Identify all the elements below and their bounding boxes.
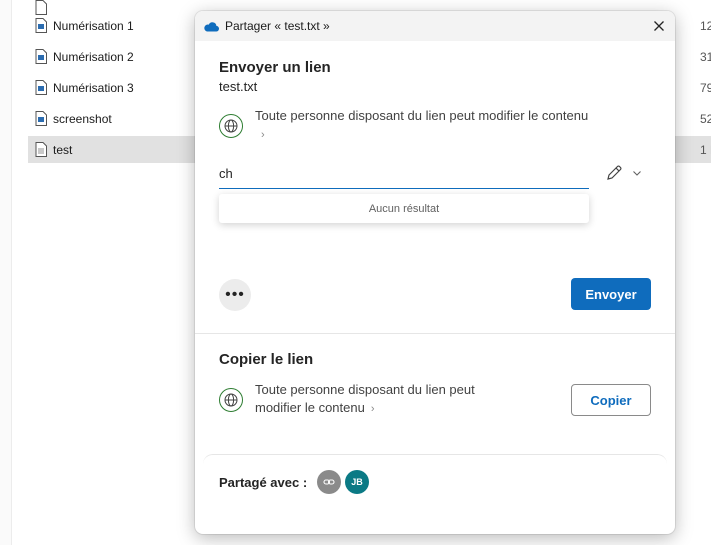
- link-permission-setting[interactable]: Toute personne disposant du lien peut mo…: [255, 107, 635, 144]
- chevron-right-icon: ›: [261, 129, 265, 141]
- onedrive-cloud-icon: [204, 21, 219, 32]
- globe-icon: [219, 114, 243, 138]
- section-divider: [195, 333, 675, 334]
- copy-button[interactable]: Copier: [571, 384, 651, 416]
- close-icon[interactable]: [651, 18, 667, 34]
- permission-text: Toute personne disposant du lien peut: [255, 382, 475, 397]
- pencil-icon[interactable]: [605, 164, 623, 182]
- copy-link-permission-setting[interactable]: Toute personne disposant du lien peut mo…: [255, 381, 545, 418]
- scanned-document-icon: [35, 18, 47, 33]
- send-button-label: Envoyer: [585, 286, 637, 302]
- copy-button-label: Copier: [590, 392, 632, 408]
- permission-text: modifier le contenu: [255, 400, 365, 415]
- suggestions-dropdown: Aucun résultat: [219, 194, 589, 223]
- file-size: 31 Ko: [700, 49, 711, 64]
- link-avatar[interactable]: [317, 470, 341, 494]
- shared-with-label: Partagé avec :: [219, 475, 308, 490]
- shared-with-panel: [203, 454, 667, 534]
- user-avatar-jb[interactable]: JB: [345, 470, 369, 494]
- more-options-button[interactable]: •••: [219, 279, 251, 311]
- file-size: 12 Ko: [700, 18, 711, 33]
- link-icon: [323, 479, 335, 485]
- file-size: 1 Ko: [700, 142, 711, 157]
- chevron-down-icon[interactable]: [631, 167, 643, 179]
- shared-filename: test.txt: [219, 79, 258, 94]
- scanned-document-icon: [35, 49, 47, 64]
- file-size: 52 Ko: [700, 111, 711, 126]
- image-file-icon: [35, 111, 47, 126]
- navigation-pane-edge: [0, 0, 12, 545]
- recipient-input[interactable]: [219, 159, 589, 189]
- globe-icon: [219, 388, 243, 412]
- send-link-heading: Envoyer un lien: [219, 59, 331, 76]
- send-button[interactable]: Envoyer: [571, 278, 651, 310]
- scanned-document-icon: [35, 80, 47, 95]
- text-file-icon: [35, 142, 47, 157]
- chevron-right-icon: ›: [370, 403, 375, 415]
- share-dialog: Partager « test.txt » Envoyer un lien te…: [195, 11, 675, 534]
- copy-link-heading: Copier le lien: [219, 351, 314, 368]
- no-results-text: Aucun résultat: [368, 202, 440, 215]
- dialog-titlebar: Partager « test.txt »: [195, 11, 675, 41]
- more-options-label: •••: [225, 286, 245, 303]
- dialog-title: Partager « test.txt »: [225, 19, 330, 33]
- file-size: 79 Ko: [700, 80, 711, 95]
- avatar-initials: JB: [351, 477, 363, 487]
- permission-text: Toute personne disposant du lien peut mo…: [255, 108, 589, 123]
